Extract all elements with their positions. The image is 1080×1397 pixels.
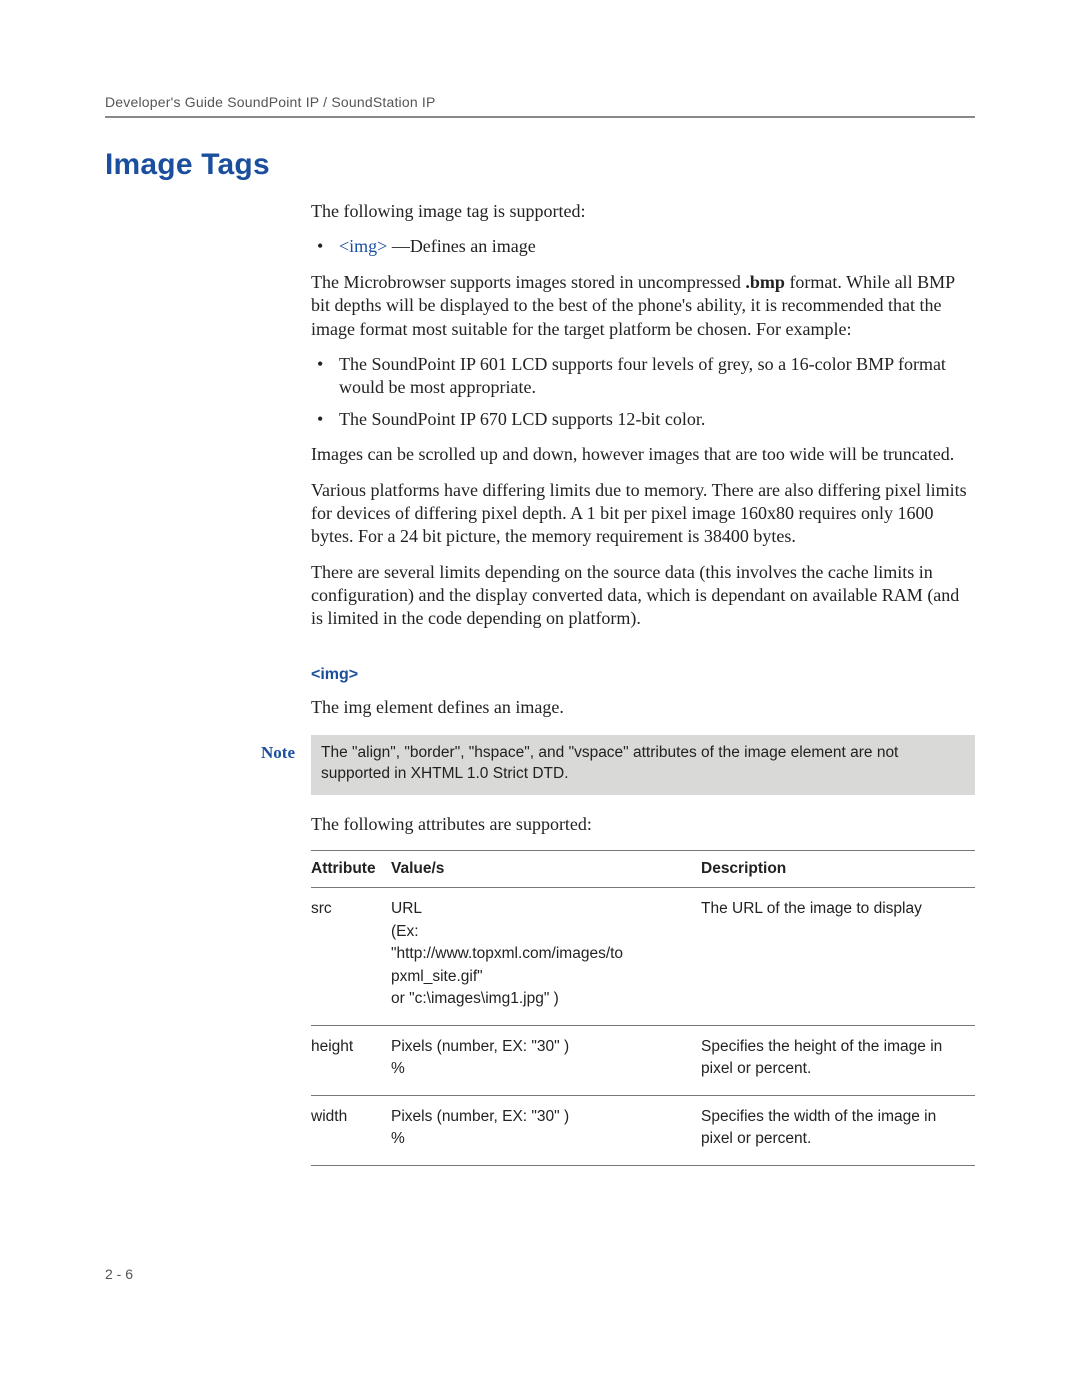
value-line: (Ex: bbox=[391, 921, 691, 943]
tag-list: <img> —Defines an image bbox=[311, 235, 975, 258]
value-cell: URL (Ex: "http://www.topxml.com/images/t… bbox=[391, 888, 701, 1025]
img-subheading: <img> bbox=[311, 665, 975, 686]
col-header-attribute: Attribute bbox=[311, 851, 391, 888]
value-line: % bbox=[391, 1128, 691, 1150]
value-line: URL bbox=[391, 898, 691, 920]
text: The Microbrowser supports images stored … bbox=[311, 272, 745, 292]
paragraph: The following attributes are supported: bbox=[311, 813, 975, 836]
example-list: The SoundPoint IP 601 LCD supports four … bbox=[311, 353, 975, 431]
bold-text: .bmp bbox=[745, 272, 785, 292]
col-header-values: Value/s bbox=[391, 851, 701, 888]
paragraph: Images can be scrolled up and down, howe… bbox=[311, 443, 975, 466]
list-item: The SoundPoint IP 601 LCD supports four … bbox=[311, 353, 975, 400]
table-header-row: Attribute Value/s Description bbox=[311, 851, 975, 888]
value-line: Pixels (number, EX: "30" ) bbox=[391, 1036, 691, 1058]
value-line: Pixels (number, EX: "30" ) bbox=[391, 1106, 691, 1128]
note-box: The "align", "border", "hspace", and "vs… bbox=[311, 735, 975, 795]
col-header-description: Description bbox=[701, 851, 975, 888]
running-header: Developer's Guide SoundPoint IP / SoundS… bbox=[105, 94, 975, 110]
note-block: Note The "align", "border", "hspace", an… bbox=[105, 735, 975, 795]
value-cell: Pixels (number, EX: "30" ) % bbox=[391, 1095, 701, 1165]
page-body: Developer's Guide SoundPoint IP / SoundS… bbox=[105, 94, 975, 1166]
value-line: or "c:\images\img1.jpg" ) bbox=[391, 988, 691, 1010]
note-label: Note bbox=[105, 735, 311, 763]
page-number: 2 - 6 bbox=[105, 1266, 133, 1282]
attributes-table: Attribute Value/s Description src URL (E… bbox=[311, 850, 975, 1165]
list-item: The SoundPoint IP 670 LCD supports 12-bi… bbox=[311, 408, 975, 431]
content-column: The following image tag is supported: <i… bbox=[311, 200, 975, 719]
intro-paragraph: The following image tag is supported: bbox=[311, 200, 975, 223]
list-item-text: —Defines an image bbox=[392, 236, 536, 256]
table-row: src URL (Ex: "http://www.topxml.com/imag… bbox=[311, 888, 975, 1025]
content-column-2: The following attributes are supported: … bbox=[311, 813, 975, 1166]
table-row: width Pixels (number, EX: "30" ) % Speci… bbox=[311, 1095, 975, 1165]
paragraph: There are several limits depending on th… bbox=[311, 561, 975, 631]
img-tag-link[interactable]: <img> bbox=[339, 236, 387, 256]
desc-cell: The URL of the image to display bbox=[701, 888, 975, 1025]
list-item: <img> —Defines an image bbox=[311, 235, 975, 258]
attr-cell: height bbox=[311, 1025, 391, 1095]
header-rule bbox=[105, 116, 975, 118]
value-line: % bbox=[391, 1058, 691, 1080]
paragraph: The Microbrowser supports images stored … bbox=[311, 271, 975, 341]
value-cell: Pixels (number, EX: "30" ) % bbox=[391, 1025, 701, 1095]
paragraph: Various platforms have differing limits … bbox=[311, 479, 975, 549]
paragraph: The img element defines an image. bbox=[311, 696, 975, 719]
attr-cell: width bbox=[311, 1095, 391, 1165]
desc-cell: Specifies the height of the image in pix… bbox=[701, 1025, 975, 1095]
desc-cell: Specifies the width of the image in pixe… bbox=[701, 1095, 975, 1165]
table-row: height Pixels (number, EX: "30" ) % Spec… bbox=[311, 1025, 975, 1095]
section-title: Image Tags bbox=[105, 148, 975, 182]
value-line: "http://www.topxml.com/images/to pxml_si… bbox=[391, 943, 691, 988]
attr-cell: src bbox=[311, 888, 391, 1025]
